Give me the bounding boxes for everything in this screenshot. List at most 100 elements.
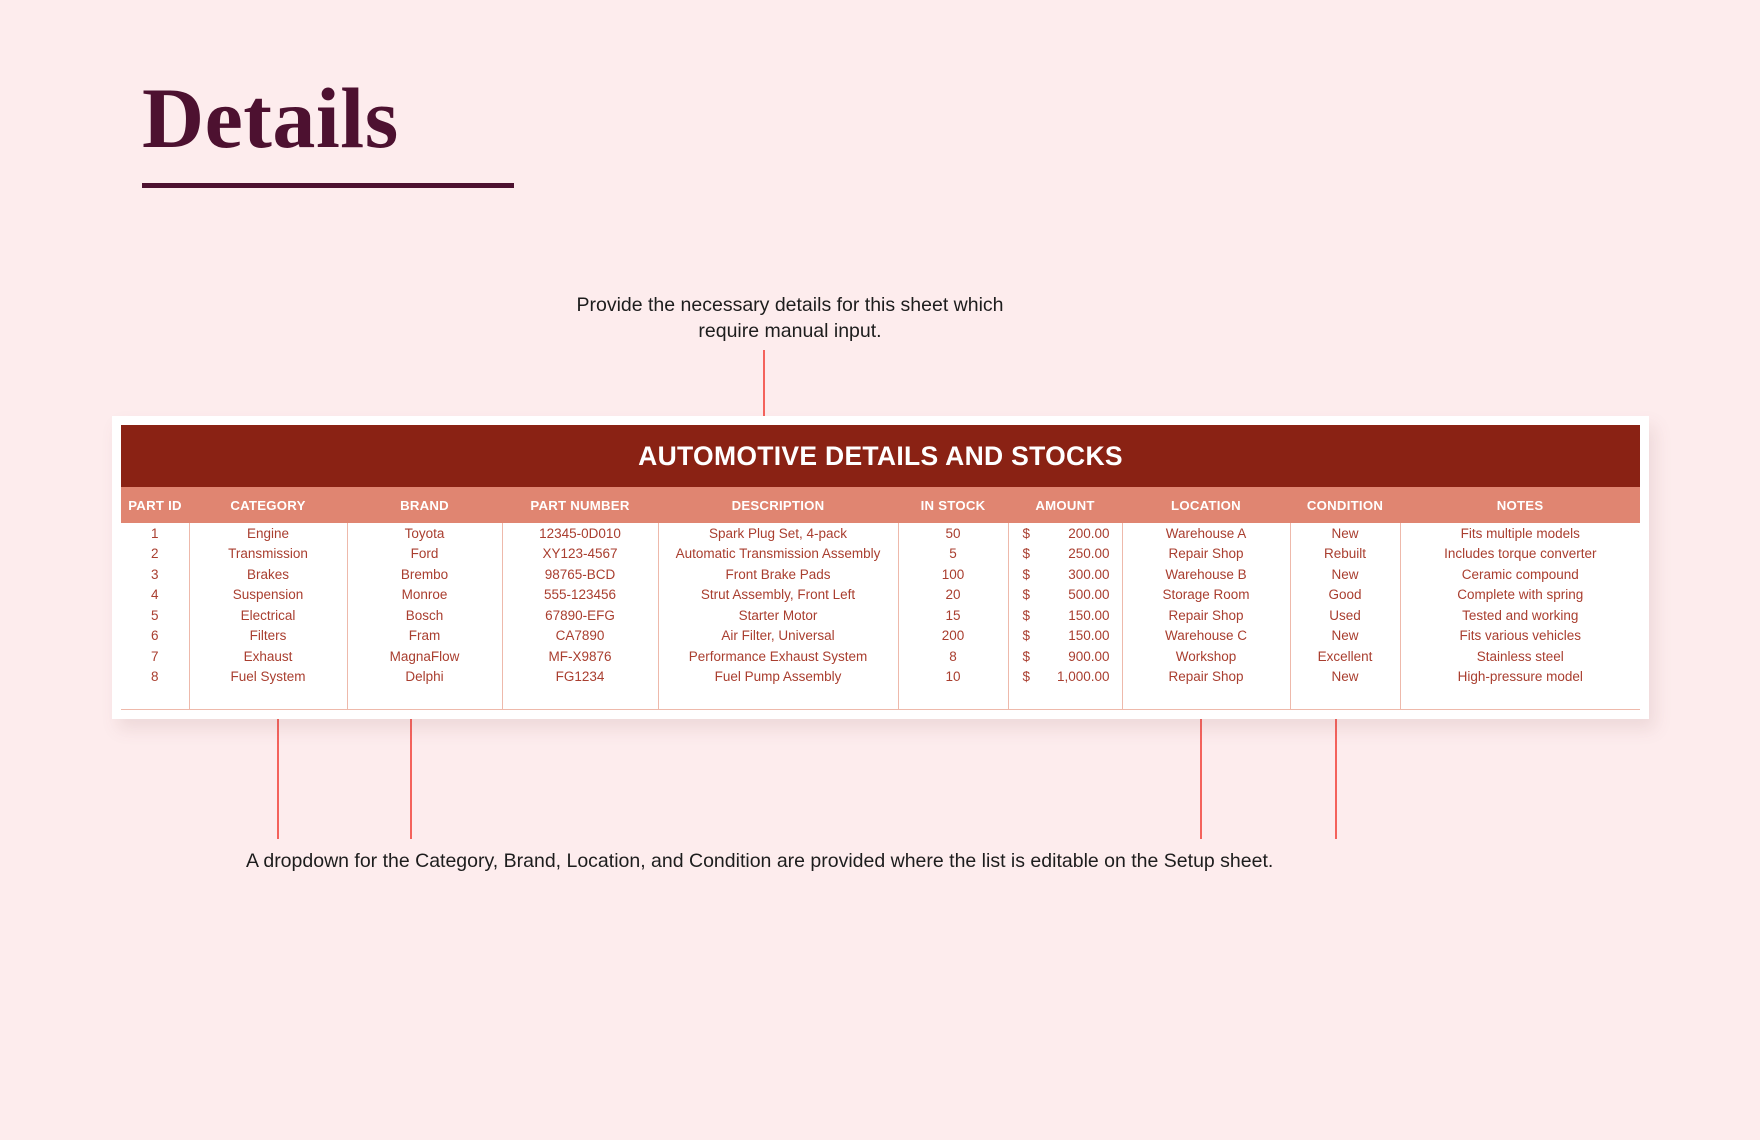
cell-brand[interactable]: Bosch	[346, 605, 503, 626]
cell-part-number[interactable]: MF-X9876	[501, 646, 659, 667]
cell-amount[interactable]: $500.00	[1007, 584, 1123, 605]
table-row[interactable]: 4 Suspension Monroe 555-123456 Strut Assembl…	[121, 584, 1641, 605]
cell-notes[interactable]: Complete with spring	[1399, 584, 1641, 605]
currency-symbol: $	[1022, 607, 1031, 623]
cell-amount[interactable]: $1,000.00	[1007, 666, 1123, 687]
col-header-amount[interactable]: AMOUNT	[1008, 487, 1122, 523]
cell-category[interactable]: Suspension	[188, 584, 348, 605]
table-row[interactable]: 5 Electrical Bosch 67890-EFG Starter Motor 15…	[121, 605, 1641, 626]
col-header-condition[interactable]: CONDITION	[1290, 487, 1400, 523]
cell-in-stock[interactable]: 200	[897, 625, 1009, 646]
col-header-notes[interactable]: NOTES	[1400, 487, 1641, 523]
table-row[interactable]: 6 Filters Fram CA7890 Air Filter, Universal 2…	[121, 625, 1641, 646]
cell-condition[interactable]: New	[1289, 564, 1401, 585]
cell-location[interactable]: Storage Room	[1121, 584, 1291, 605]
cell-amount[interactable]: $200.00	[1007, 523, 1123, 544]
cell-notes[interactable]: Stainless steel	[1399, 646, 1641, 667]
cell-amount[interactable]: $900.00	[1007, 646, 1123, 667]
cell-condition[interactable]: New	[1289, 625, 1401, 646]
cell-notes[interactable]: Fits multiple models	[1399, 523, 1641, 544]
cell-notes[interactable]: Tested and working	[1399, 605, 1641, 626]
cell-notes[interactable]: Fits various vehicles	[1399, 625, 1641, 646]
cell-in-stock[interactable]: 8	[897, 646, 1009, 667]
cell-location[interactable]: Warehouse C	[1121, 625, 1291, 646]
cell-part-number[interactable]: CA7890	[501, 625, 659, 646]
cell-description[interactable]: Air Filter, Universal	[657, 625, 899, 646]
cell-notes[interactable]: Includes torque converter	[1399, 543, 1641, 564]
cell-part-id[interactable]: 4	[121, 584, 190, 605]
cell-location[interactable]: Warehouse B	[1121, 564, 1291, 585]
table-row[interactable]: 3 Brakes Brembo 98765-BCD Front Brake Pads 10…	[121, 564, 1641, 585]
cell-amount[interactable]: $250.00	[1007, 543, 1123, 564]
cell-amount[interactable]: $300.00	[1007, 564, 1123, 585]
col-header-description[interactable]: DESCRIPTION	[658, 487, 898, 523]
cell-in-stock[interactable]: 20	[897, 584, 1009, 605]
cell-part-number[interactable]: 555-123456	[501, 584, 659, 605]
cell-description[interactable]: Strut Assembly, Front Left	[657, 584, 899, 605]
cell-brand[interactable]: Fram	[346, 625, 503, 646]
cell-notes[interactable]: High-pressure model	[1399, 666, 1641, 687]
cell-part-number[interactable]: XY123-4567	[501, 543, 659, 564]
cell-part-id[interactable]: 8	[121, 666, 190, 687]
cell-category[interactable]: Fuel System	[188, 666, 348, 687]
currency-symbol: $	[1022, 546, 1031, 562]
cell-description[interactable]: Spark Plug Set, 4-pack	[657, 523, 899, 544]
cell-condition[interactable]: Good	[1289, 584, 1401, 605]
col-header-part-id[interactable]: PART ID	[121, 487, 189, 523]
cell-part-id[interactable]: 2	[121, 543, 190, 564]
table-row[interactable]: 2 Transmission Ford XY123-4567 Automatic Tra…	[121, 543, 1641, 564]
col-header-part-number[interactable]: PART NUMBER	[502, 487, 658, 523]
cell-part-id[interactable]: 5	[121, 605, 190, 626]
cell-category[interactable]: Exhaust	[188, 646, 348, 667]
table-row[interactable]: 8 Fuel System Delphi FG1234 Fuel Pump Assemb…	[121, 666, 1641, 687]
cell-location[interactable]: Repair Shop	[1121, 605, 1291, 626]
cell-description[interactable]: Automatic Transmission Assembly	[657, 543, 899, 564]
cell-brand[interactable]: Delphi	[346, 666, 503, 687]
cell-condition[interactable]: New	[1289, 523, 1401, 544]
cell-in-stock[interactable]: 10	[897, 666, 1009, 687]
cell-part-id[interactable]: 6	[121, 625, 190, 646]
cell-brand[interactable]: MagnaFlow	[346, 646, 503, 667]
cell-brand[interactable]: Toyota	[346, 523, 503, 544]
cell-brand[interactable]: Brembo	[346, 564, 503, 585]
cell-amount[interactable]: $150.00	[1007, 605, 1123, 626]
cell-location[interactable]: Warehouse A	[1121, 523, 1291, 544]
cell-part-number[interactable]: 67890-EFG	[501, 605, 659, 626]
table-row[interactable]: 7 Exhaust MagnaFlow MF-X9876 Performance Exh…	[121, 646, 1641, 667]
cell-category[interactable]: Engine	[188, 523, 348, 544]
cell-brand[interactable]: Ford	[346, 543, 503, 564]
cell-location[interactable]: Workshop	[1121, 646, 1291, 667]
cell-brand[interactable]: Monroe	[346, 584, 503, 605]
cell-location[interactable]: Repair Shop	[1121, 543, 1291, 564]
cell-in-stock[interactable]: 100	[897, 564, 1009, 585]
cell-part-id[interactable]: 7	[121, 646, 190, 667]
cell-part-id[interactable]: 1	[121, 523, 190, 544]
cell-condition[interactable]: New	[1289, 666, 1401, 687]
col-header-category[interactable]: CATEGORY	[189, 487, 347, 523]
cell-part-number[interactable]: FG1234	[501, 666, 659, 687]
cell-condition[interactable]: Rebuilt	[1289, 543, 1401, 564]
table-row[interactable]: 1 Engine Toyota 12345-0D010 Spark Plug Set, …	[121, 523, 1641, 544]
cell-in-stock[interactable]: 5	[897, 543, 1009, 564]
cell-condition[interactable]: Excellent	[1289, 646, 1401, 667]
cell-description[interactable]: Front Brake Pads	[657, 564, 899, 585]
cell-notes[interactable]: Ceramic compound	[1399, 564, 1641, 585]
cell-description[interactable]: Fuel Pump Assembly	[657, 666, 899, 687]
cell-part-number[interactable]: 98765-BCD	[501, 564, 659, 585]
col-header-brand[interactable]: BRAND	[347, 487, 502, 523]
cell-in-stock[interactable]: 15	[897, 605, 1009, 626]
cell-location[interactable]: Repair Shop	[1121, 666, 1291, 687]
col-header-in-stock[interactable]: IN STOCK	[898, 487, 1008, 523]
cell-condition[interactable]: Used	[1289, 605, 1401, 626]
cell-in-stock[interactable]: 50	[897, 523, 1009, 544]
cell-category[interactable]: Transmission	[188, 543, 348, 564]
cell-category[interactable]: Electrical	[188, 605, 348, 626]
cell-amount[interactable]: $150.00	[1007, 625, 1123, 646]
cell-part-number[interactable]: 12345-0D010	[501, 523, 659, 544]
cell-description[interactable]: Performance Exhaust System	[657, 646, 899, 667]
cell-category[interactable]: Filters	[188, 625, 348, 646]
col-header-location[interactable]: LOCATION	[1122, 487, 1290, 523]
cell-part-id[interactable]: 3	[121, 564, 190, 585]
cell-description[interactable]: Starter Motor	[657, 605, 899, 626]
cell-category[interactable]: Brakes	[188, 564, 348, 585]
